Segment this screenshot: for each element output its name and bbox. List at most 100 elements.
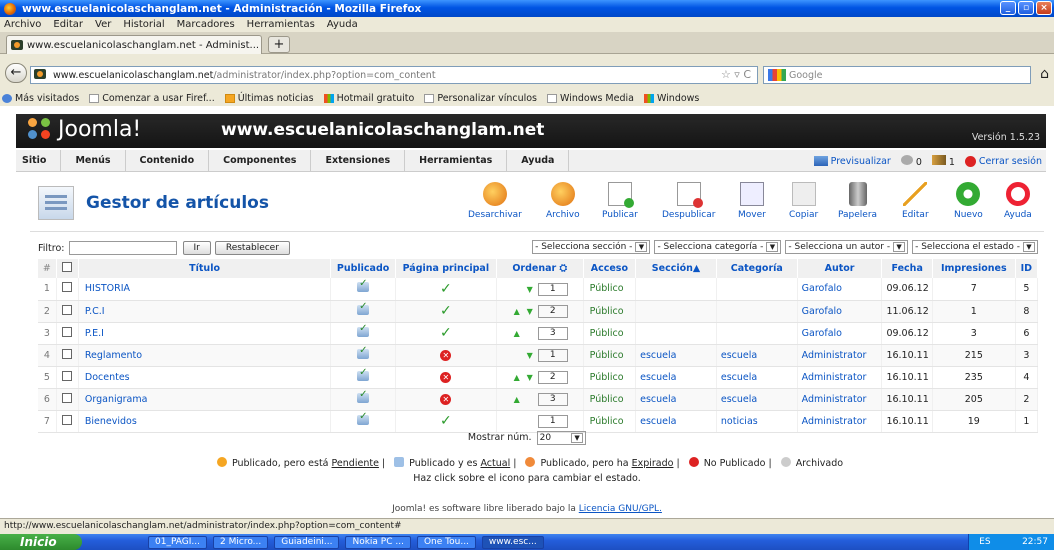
logout-link[interactable]: Cerrar sesión [964,155,1042,167]
expired-link[interactable]: Expirado [632,458,674,469]
author-link[interactable]: Administrator [797,344,883,367]
category-link[interactable] [716,322,798,345]
author-link[interactable]: Administrator [797,366,883,389]
help-button[interactable]: Ayuda [1004,182,1032,220]
home-icon[interactable]: ⌂ [1040,66,1049,82]
bookmark-hotmail[interactable]: Hotmail gratuito [323,93,414,104]
col-author[interactable]: Autor [797,259,883,278]
new-button[interactable]: Nuevo [954,182,983,220]
access-link[interactable]: Público [583,300,637,323]
section-link[interactable]: escuela [635,388,717,411]
bookmark-latest-news[interactable]: Últimas noticias [224,93,314,104]
article-title-link[interactable]: Bienevidos [78,410,332,433]
language-indicator[interactable]: ES [979,537,990,547]
order-input[interactable]: 3 [537,392,568,406]
col-hits[interactable]: Impresiones [932,259,1016,278]
unpublish-button[interactable]: Despublicar [662,182,715,220]
col-access[interactable]: Acceso [583,259,637,278]
section-link[interactable] [635,300,717,323]
bookmark-windows[interactable]: Windows [643,93,699,104]
section-link[interactable]: escuela [635,344,717,367]
url-bar[interactable]: www.escuelanicolaschanglam.net/administr… [30,66,758,84]
menu-historial[interactable]: Historial [123,19,164,30]
menu-editar[interactable]: Editar [53,19,83,30]
author-link[interactable]: Garofalo [797,300,883,323]
author-link[interactable]: Administrator [797,388,883,411]
author-link[interactable]: Administrator [797,410,883,433]
category-link[interactable]: escuela [716,344,798,367]
author-select[interactable]: - Selecciona un autor - ▼ [785,240,909,254]
task-button-5[interactable]: One Tou... [416,535,476,549]
menu-componentes[interactable]: Componentes [209,149,312,172]
col-section[interactable]: Sección▲ [635,259,717,278]
menu-extensiones[interactable]: Extensiones [311,149,406,172]
edit-button[interactable]: Editar [902,182,929,220]
save-order-icon[interactable]: ⛭ [560,263,568,274]
task-button-3[interactable]: Guiadeini... [274,535,340,549]
archive-button[interactable]: Archivo [546,182,580,220]
article-title-link[interactable]: Docentes [78,366,332,389]
published-icon[interactable] [357,389,370,403]
bookmark-windows-media[interactable]: Windows Media [547,93,634,104]
page-size-select[interactable]: 20 ▼ [536,431,587,445]
frontpage-yes-icon[interactable]: ✓ [440,303,452,319]
col-order[interactable]: Ordenar ⛭ [496,259,584,278]
frontpage-no-icon[interactable]: ✕ [440,371,452,383]
frontpage-yes-icon[interactable]: ✓ [440,281,452,297]
menu-contenido[interactable]: Contenido [126,149,210,172]
section-link[interactable]: escuela [635,410,717,433]
task-button-2[interactable]: 2 Micro... [213,535,269,549]
article-title-link[interactable]: HISTORIA [78,278,332,301]
row-checkbox[interactable] [62,370,73,381]
article-title-link[interactable]: Organigrama [78,388,332,411]
article-title-link[interactable]: P.E.I [78,322,332,345]
access-link[interactable]: Público [583,410,637,433]
section-link[interactable] [635,278,717,301]
category-link[interactable]: noticias [716,410,798,433]
task-button-firefox[interactable]: www.esc... [481,535,544,549]
access-link[interactable]: Público [583,388,637,411]
order-input[interactable]: 1 [537,283,568,296]
menu-menus[interactable]: Menús [61,149,126,172]
order-input[interactable]: 1 [537,415,568,429]
author-link[interactable]: Garofalo [797,278,883,301]
state-select[interactable]: - Selecciona el estado - ▼ [912,240,1038,254]
section-select[interactable]: - Selecciona sección - ▼ [532,240,651,254]
frontpage-no-icon[interactable]: ✕ [440,393,452,405]
order-input[interactable]: 2 [537,370,568,384]
select-all-checkbox[interactable] [62,262,73,272]
order-input[interactable]: 1 [537,349,568,363]
pending-link[interactable]: Pendiente [332,458,379,469]
frontpage-yes-icon[interactable]: ✓ [440,325,452,341]
reset-button[interactable]: Restablecer [214,241,290,255]
bookmark-star-icon[interactable]: ☆ ▿ C [721,68,751,81]
move-down-icon[interactable]: ▼ [525,285,535,294]
new-tab-button[interactable]: + [268,36,290,53]
col-frontpage[interactable]: Página principal [395,259,497,278]
menu-ayuda[interactable]: Ayuda [327,19,358,30]
copy-button[interactable]: Copiar [789,182,818,220]
bookmark-most-visited[interactable]: Más visitados [2,93,79,104]
menu-herramientas-admin[interactable]: Herramientas [405,149,508,172]
move-button[interactable]: Mover [738,182,766,220]
order-input[interactable]: 3 [537,326,568,340]
order-input[interactable]: 2 [537,304,568,318]
move-up-icon[interactable]: ▲ [512,329,522,338]
row-checkbox[interactable] [62,304,73,315]
maximize-button[interactable]: ▫ [1018,1,1034,15]
move-up-icon[interactable]: ▲ [512,307,522,316]
row-checkbox[interactable] [62,348,73,359]
col-title[interactable]: Título [78,259,332,278]
unarchive-button[interactable]: Desarchivar [468,182,522,220]
users-count[interactable]: 1 [931,154,955,168]
row-checkbox[interactable] [62,392,73,403]
browser-tab[interactable]: www.escuelanicolaschanglam.net - Adminis… [6,35,262,54]
license-link[interactable]: Licencia GNU/GPL. [579,504,662,514]
task-button-4[interactable]: Nokia PC ... [345,535,411,549]
menu-ver[interactable]: Ver [95,19,111,30]
access-link[interactable]: Público [583,344,637,367]
category-link[interactable] [716,300,798,323]
bookmark-customize-links[interactable]: Personalizar vínculos [424,93,537,104]
published-icon[interactable] [357,278,370,293]
col-id[interactable]: ID [1015,259,1039,278]
